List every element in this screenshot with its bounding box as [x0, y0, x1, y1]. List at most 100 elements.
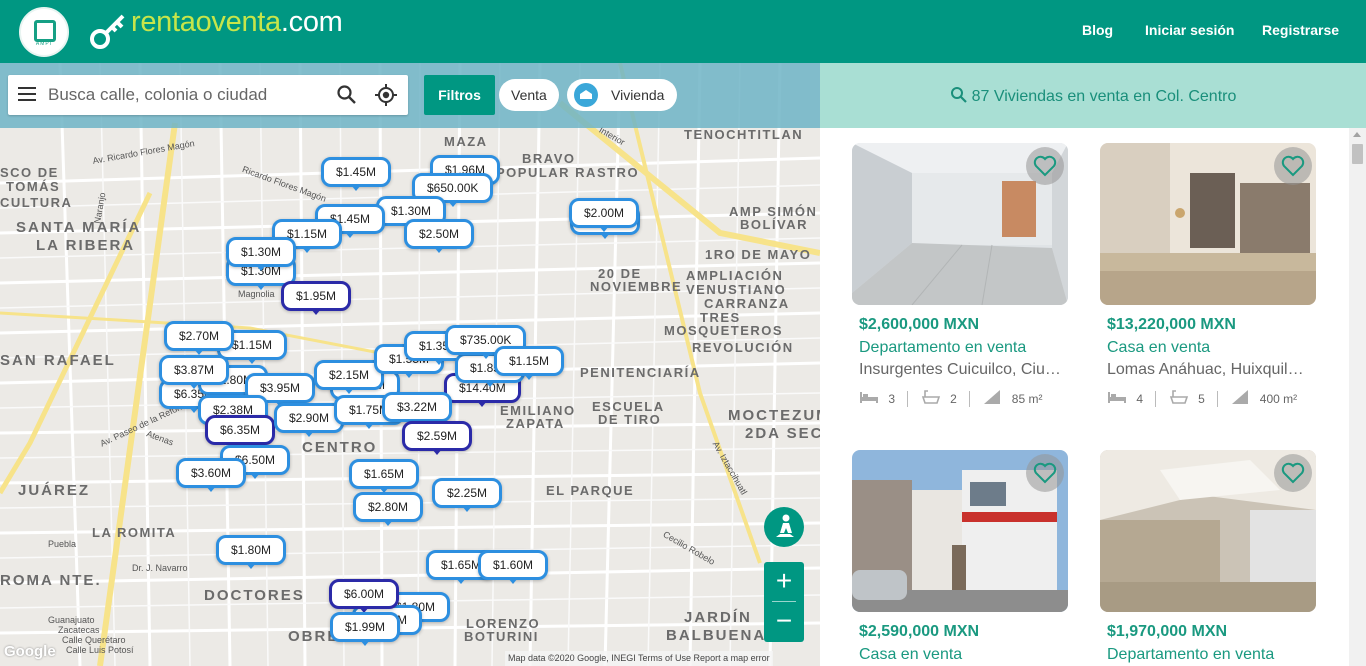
price-marker[interactable]: $1.80M	[216, 535, 287, 569]
bed-icon	[1107, 390, 1127, 407]
brand-logo[interactable]: rentaoventa.com	[131, 6, 343, 39]
price-marker[interactable]: $1.65M	[349, 459, 420, 493]
results-scrollbar[interactable]	[1349, 128, 1366, 666]
bed-icon	[859, 390, 879, 407]
listing-photo[interactable]	[852, 450, 1068, 612]
map-label: POPULAR RASTRO	[496, 165, 640, 180]
operation-chip-label: Venta	[511, 87, 547, 103]
heart-icon	[1033, 462, 1057, 484]
results-summary-text: 87 Viviendas en venta en Col. Centro	[971, 88, 1237, 105]
heart-icon	[1033, 155, 1057, 177]
listing-baths: 2	[950, 391, 957, 406]
search-input[interactable]	[48, 83, 328, 107]
map-label: 2DA SECCIÓN	[745, 425, 820, 442]
price-marker[interactable]: $3.87M	[159, 355, 230, 389]
property-type-chip-label: Vivienda	[611, 87, 665, 103]
listing-price: $1,970,000 MXN	[1107, 623, 1228, 640]
map-attribution[interactable]: Map data ©2020 Google, INEGI Terms of Us…	[505, 651, 773, 666]
menu-icon[interactable]	[18, 87, 36, 101]
map-label: TOMÁS	[6, 179, 61, 194]
favorite-button[interactable]	[1274, 147, 1312, 185]
listing-area: 85 m²	[1011, 391, 1043, 406]
my-location-icon[interactable]	[374, 83, 398, 107]
scroll-up-arrow[interactable]	[1353, 132, 1361, 137]
nav-register[interactable]: Registrarse	[1262, 22, 1339, 38]
price-marker[interactable]: $2.50M	[404, 219, 475, 253]
map-label: CULTURA	[0, 195, 73, 210]
listing-type[interactable]: Casa en venta	[859, 646, 962, 664]
nav-login[interactable]: Iniciar sesión	[1145, 22, 1234, 38]
operation-chip[interactable]: Venta	[499, 79, 559, 111]
favorite-button[interactable]	[1274, 454, 1312, 492]
heart-icon	[1281, 462, 1305, 484]
nav-blog[interactable]: Blog	[1082, 22, 1113, 38]
listing-price: $13,220,000 MXN	[1107, 316, 1236, 333]
zoom-in-button[interactable]: +	[764, 562, 804, 602]
map-label: JUÁREZ	[18, 482, 91, 499]
listing-price: $2,600,000 MXN	[859, 316, 980, 333]
map-label: PENITENCIARÍA	[580, 365, 701, 380]
price-marker[interactable]: $1.15M	[494, 346, 565, 380]
price-marker[interactable]: $1.99M	[330, 612, 401, 646]
filters-button[interactable]: Filtros	[424, 75, 495, 115]
price-marker[interactable]: $2.25M	[432, 478, 503, 512]
feature-divider	[1155, 390, 1157, 407]
listing-features: 4 5 400 m²	[1107, 389, 1297, 409]
price-marker[interactable]: $2.80M	[353, 492, 424, 526]
feature-divider	[969, 390, 971, 407]
bath-icon	[1169, 389, 1189, 408]
brand-name: rentaoventa	[131, 6, 281, 38]
price-marker[interactable]: $3.60M	[176, 458, 247, 492]
street-view-button[interactable]	[764, 507, 804, 547]
map-label: NOVIEMBRE	[590, 279, 683, 294]
area-icon	[982, 389, 1002, 408]
map-label: MOSQUETEROS	[664, 323, 784, 338]
house-icon	[574, 83, 598, 107]
feature-divider	[1217, 390, 1219, 407]
favorite-button[interactable]	[1026, 454, 1064, 492]
map-label: 1RO DE MAYO	[705, 247, 812, 262]
map-label: ROMA NTE.	[0, 572, 102, 589]
search-icon[interactable]	[336, 84, 358, 106]
listing-type[interactable]: Departamento en venta	[1107, 646, 1274, 664]
listing-location: Lomas Anáhuac, Huixquilucan	[1107, 361, 1312, 378]
map-street: Magnolia	[238, 289, 275, 299]
map-label: EL PARQUE	[546, 483, 635, 498]
listing-beds: 3	[888, 391, 896, 406]
listing-type[interactable]: Departamento en venta	[859, 339, 1026, 357]
price-marker[interactable]: $2.00M	[569, 198, 640, 232]
scroll-thumb[interactable]	[1352, 144, 1363, 164]
price-marker[interactable]: $3.22M	[382, 392, 453, 426]
map-label: MAZA	[444, 134, 488, 149]
price-marker[interactable]: $6.00M	[329, 579, 400, 613]
listing-location: Insurgentes Cuicuilco, Ciudad de México	[859, 361, 1064, 378]
listing-photo[interactable]	[852, 143, 1068, 305]
results-summary: 87 Viviendas en venta en Col. Centro	[820, 86, 1366, 106]
map-street: Calle Luis Potosí	[66, 645, 134, 655]
search-icon	[950, 87, 967, 103]
property-type-chip[interactable]: Vivienda	[567, 79, 677, 111]
price-marker[interactable]: $1.95M	[281, 281, 352, 315]
listing-type[interactable]: Casa en venta	[1107, 339, 1210, 357]
price-marker[interactable]: $2.59M	[402, 421, 473, 455]
listing-price: $2,590,000 MXN	[859, 623, 980, 640]
price-marker[interactable]: $1.30M	[226, 237, 297, 271]
listing-photo[interactable]	[1100, 450, 1316, 612]
listing-photo[interactable]	[1100, 143, 1316, 305]
map-label: REVOLUCIÓN	[692, 340, 794, 355]
map-label: TENOCHTITLAN	[684, 127, 804, 142]
map-label: DE TIRO	[598, 412, 662, 427]
key-icon	[90, 14, 125, 49]
price-marker[interactable]: $2.70M	[164, 321, 235, 355]
price-marker[interactable]: $1.60M	[478, 550, 549, 584]
top-header: AMPI rentaoventa.com Blog Iniciar sesión…	[0, 0, 1366, 63]
map-street: Zacatecas	[58, 625, 100, 635]
price-marker[interactable]: $6.35M	[205, 415, 276, 449]
price-marker[interactable]: $1.45M	[321, 157, 392, 191]
zoom-out-button[interactable]: −	[764, 602, 804, 642]
favorite-button[interactable]	[1026, 147, 1064, 185]
ampi-logo[interactable]: AMPI	[19, 7, 69, 57]
brand-tld: .com	[280, 6, 343, 38]
map-label: BOLÍVAR	[740, 217, 809, 232]
ampi-logo-text: AMPI	[35, 41, 53, 47]
